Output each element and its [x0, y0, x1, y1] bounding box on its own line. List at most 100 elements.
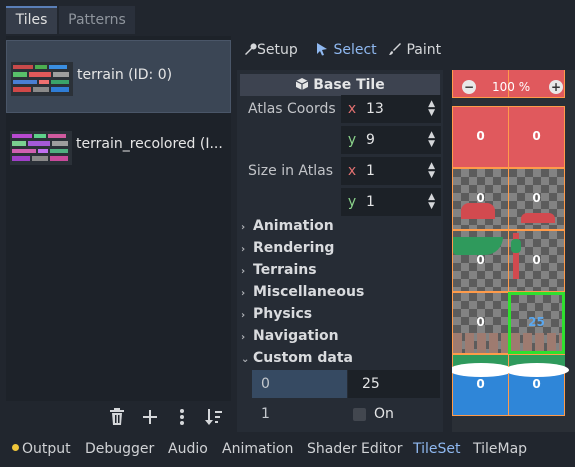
section-label: Terrains [253, 262, 317, 278]
base-tile-title: Base Tile [313, 77, 385, 93]
chevron-right-icon: › [241, 332, 246, 343]
section-label: Rendering [253, 240, 335, 256]
tileset-source-list: terrain (ID: 0) terrain_recolored (I... [6, 36, 231, 401]
atlas-thumbnail-icon [11, 62, 73, 96]
paint-button[interactable]: Paint [388, 42, 441, 58]
source-item-terrain[interactable]: terrain (ID: 0) [6, 40, 231, 113]
top-tab-bar: Tiles Patterns [0, 0, 575, 36]
bottom-tab-debugger[interactable]: Debugger [85, 441, 154, 457]
atlas-tile[interactable]: 0 [452, 292, 509, 354]
checkbox[interactable] [353, 408, 366, 421]
tile-value: 0 [476, 315, 485, 329]
tile-value: 0 [532, 253, 541, 267]
brush-icon [389, 43, 401, 55]
tab-tiles[interactable]: Tiles [6, 6, 57, 34]
atlas-tile[interactable]: 0 [452, 168, 509, 230]
section-physics[interactable]: › Physics [241, 306, 312, 322]
chevron-right-icon: › [241, 288, 246, 299]
chevron-down-icon: ⌄ [241, 354, 250, 365]
atlas-coords-x-value: 13 [366, 101, 384, 117]
setup-button[interactable]: Setup [243, 42, 298, 58]
tile-value: 25 [528, 315, 545, 329]
atlas-tile[interactable]: 0 [508, 106, 565, 168]
x-axis-tag: x [347, 101, 357, 117]
custom-data-int-field[interactable]: 25 [348, 370, 440, 398]
spinner-arrows-icon[interactable]: ▲ ▼ [428, 162, 435, 180]
source-item-terrain-recolored[interactable]: terrain_recolored (I... [6, 110, 231, 183]
custom-data-bool-field: On [348, 400, 440, 428]
bottom-tab-output[interactable]: Output [12, 441, 71, 457]
sort-icon[interactable] [204, 406, 224, 428]
section-animation[interactable]: › Animation [241, 218, 334, 234]
bottom-tab-tilemap[interactable]: TileMap [473, 441, 527, 457]
atlas-tile[interactable]: 0 [508, 230, 565, 292]
warning-dot-icon [12, 444, 19, 451]
size-in-atlas-label: Size in Atlas [248, 163, 333, 179]
setup-label: Setup [257, 42, 298, 58]
more-vertical-icon[interactable] [172, 406, 192, 428]
size-in-atlas-y-value: 1 [366, 194, 375, 210]
section-label: Physics [253, 306, 313, 322]
section-rendering[interactable]: › Rendering [241, 240, 334, 256]
trash-icon[interactable] [107, 406, 127, 428]
atlas-coords-x-field[interactable]: x 13 ▲ ▼ [341, 95, 441, 123]
zoom-in-button[interactable]: + [549, 80, 563, 94]
tab-label: Output [22, 441, 71, 457]
spinner-arrows-icon[interactable]: ▲ ▼ [428, 193, 435, 211]
bottom-tab-audio[interactable]: Audio [168, 441, 208, 457]
custom-data-row: 0 25 [252, 370, 440, 398]
bottom-panel-bar: Output Debugger Audio Animation Shader E… [0, 436, 575, 467]
custom-data-key-label: 1 [261, 406, 270, 422]
atlas-tile[interactable]: 0 [452, 354, 513, 416]
atlas-coords-label: Atlas Coords [248, 101, 336, 117]
spinner-arrows-icon[interactable]: ▲ ▼ [428, 131, 435, 149]
tile-value: 0 [453, 70, 508, 73]
tab-patterns[interactable]: Patterns [59, 6, 135, 34]
select-label: Select [333, 42, 377, 58]
select-button[interactable]: Select [315, 42, 377, 58]
chevron-right-icon: › [241, 310, 246, 321]
cube-icon [295, 78, 309, 90]
atlas-tile[interactable]: 0 [452, 230, 509, 292]
tile-inspector: Base Tile Atlas Coords x 13 ▲ ▼ y 9 ▲ ▼ Si… [237, 70, 443, 432]
tile-value: 0 [476, 129, 485, 143]
custom-data-value: 25 [362, 376, 380, 392]
tile-value: 0 [476, 191, 485, 205]
tile-value: 0 [532, 129, 541, 143]
zoom-level: 100 % [492, 80, 531, 94]
section-terrains[interactable]: › Terrains [241, 262, 317, 278]
size-in-atlas-y-field[interactable]: y 1 ▲ ▼ [341, 188, 441, 216]
bottom-tab-animation[interactable]: Animation [222, 441, 293, 457]
section-label: Custom data [253, 350, 353, 366]
section-miscellaneous[interactable]: › Miscellaneous [241, 284, 364, 300]
atlas-tile[interactable]: 0 [508, 168, 565, 230]
bottom-tab-shader-editor[interactable]: Shader Editor [307, 441, 402, 457]
chevron-right-icon: › [241, 244, 246, 255]
source-label: terrain (ID: 0) [77, 67, 173, 83]
spinner-arrows-icon[interactable]: ▲ ▼ [428, 100, 435, 118]
bottom-tab-tileset[interactable]: TileSet [413, 441, 461, 457]
x-axis-tag: x [347, 163, 357, 179]
size-in-atlas-x-field[interactable]: x 1 ▲ ▼ [341, 157, 441, 185]
size-in-atlas-x-value: 1 [366, 163, 375, 179]
tile-value: 0 [509, 70, 564, 73]
tile-value: 0 [476, 253, 485, 267]
atlas-tile[interactable]: 0 [452, 106, 509, 168]
atlas-tile[interactable]: 0 [505, 354, 569, 416]
add-icon[interactable] [140, 406, 160, 428]
zoom-out-button[interactable]: − [462, 80, 476, 94]
custom-data-key-label: 0 [261, 376, 270, 392]
tile-value: 0 [532, 377, 541, 391]
section-label: Animation [253, 218, 334, 234]
cursor-icon [317, 43, 327, 56]
custom-data-value: On [374, 406, 394, 422]
section-label: Miscellaneous [253, 284, 365, 300]
y-axis-tag: y [347, 132, 357, 148]
atlas-tile-selected[interactable]: 25 [508, 292, 565, 354]
section-navigation[interactable]: › Navigation [241, 328, 339, 344]
custom-data-row: 1 On [252, 400, 440, 428]
zoom-controls: − 100 % + [456, 78, 570, 98]
section-custom-data[interactable]: ⌄ Custom data [241, 350, 353, 366]
atlas-view[interactable]: 0 0 0 0 0 0 0 0 0 25 0 0 − 100 % + [452, 70, 575, 432]
atlas-coords-y-field[interactable]: y 9 ▲ ▼ [341, 126, 441, 154]
